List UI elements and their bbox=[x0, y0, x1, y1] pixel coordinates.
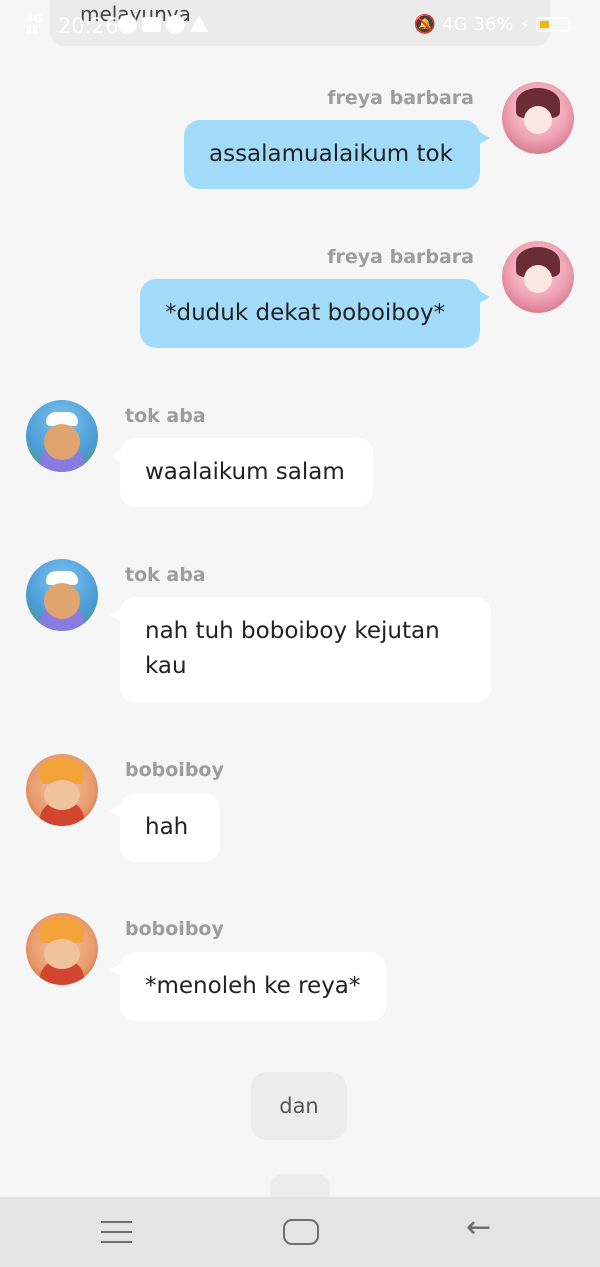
message-bubble[interactable]: assalamualaikum tok bbox=[184, 120, 490, 189]
boboiboy-avatar[interactable] bbox=[26, 754, 98, 826]
sender-name: tok aba bbox=[125, 405, 206, 427]
back-icon[interactable]: ← bbox=[466, 1213, 491, 1243]
message-bubble[interactable]: *menoleh ke reya* bbox=[110, 952, 386, 1021]
signal-icon: 4G bbox=[442, 14, 468, 35]
battery-fill bbox=[540, 21, 549, 28]
battery-icon bbox=[536, 17, 570, 32]
status-time: 20:26 bbox=[58, 14, 119, 38]
status-bar: 4G ▮▮ 20:26 🔕 4G 36% ⚡ bbox=[0, 0, 600, 50]
navigation-bar: ← bbox=[0, 1197, 600, 1267]
battery-percent: 36% bbox=[473, 14, 514, 35]
freya-avatar[interactable] bbox=[502, 82, 574, 154]
narration-bubble[interactable]: dan bbox=[251, 1072, 347, 1140]
mute-icon: 🔕 bbox=[413, 14, 437, 35]
whatsapp-icon bbox=[118, 15, 137, 34]
message-bubble[interactable]: hah bbox=[110, 793, 220, 862]
message-bubble[interactable]: *duduk dekat boboiboy* bbox=[140, 279, 490, 348]
message-bubble[interactable]: nah tuh boboiboy kejutan kau bbox=[110, 597, 491, 703]
freya-avatar[interactable] bbox=[502, 241, 574, 313]
status-right: 🔕 4G 36% ⚡ bbox=[414, 14, 570, 35]
sender-name: boboiboy bbox=[125, 759, 224, 781]
sender-name: boboiboy bbox=[125, 918, 224, 940]
app-notification-icon bbox=[166, 15, 185, 34]
network-indicator: 4G ▮▮ bbox=[26, 12, 43, 35]
boboiboy-avatar[interactable] bbox=[26, 913, 98, 985]
tok-aba-avatar[interactable] bbox=[26, 559, 98, 631]
charging-icon: ⚡ bbox=[519, 15, 530, 34]
sender-name: freya barbara bbox=[327, 246, 474, 268]
message-bubble[interactable]: waalaikum salam bbox=[110, 438, 373, 507]
youtube-icon bbox=[142, 17, 161, 32]
sender-name: freya barbara bbox=[327, 87, 474, 109]
warning-icon bbox=[190, 15, 208, 32]
menu-icon[interactable] bbox=[101, 1221, 132, 1243]
home-icon[interactable] bbox=[283, 1219, 319, 1245]
notification-icons bbox=[118, 15, 208, 34]
tok-aba-avatar[interactable] bbox=[26, 400, 98, 472]
sender-name: tok aba bbox=[125, 564, 206, 586]
